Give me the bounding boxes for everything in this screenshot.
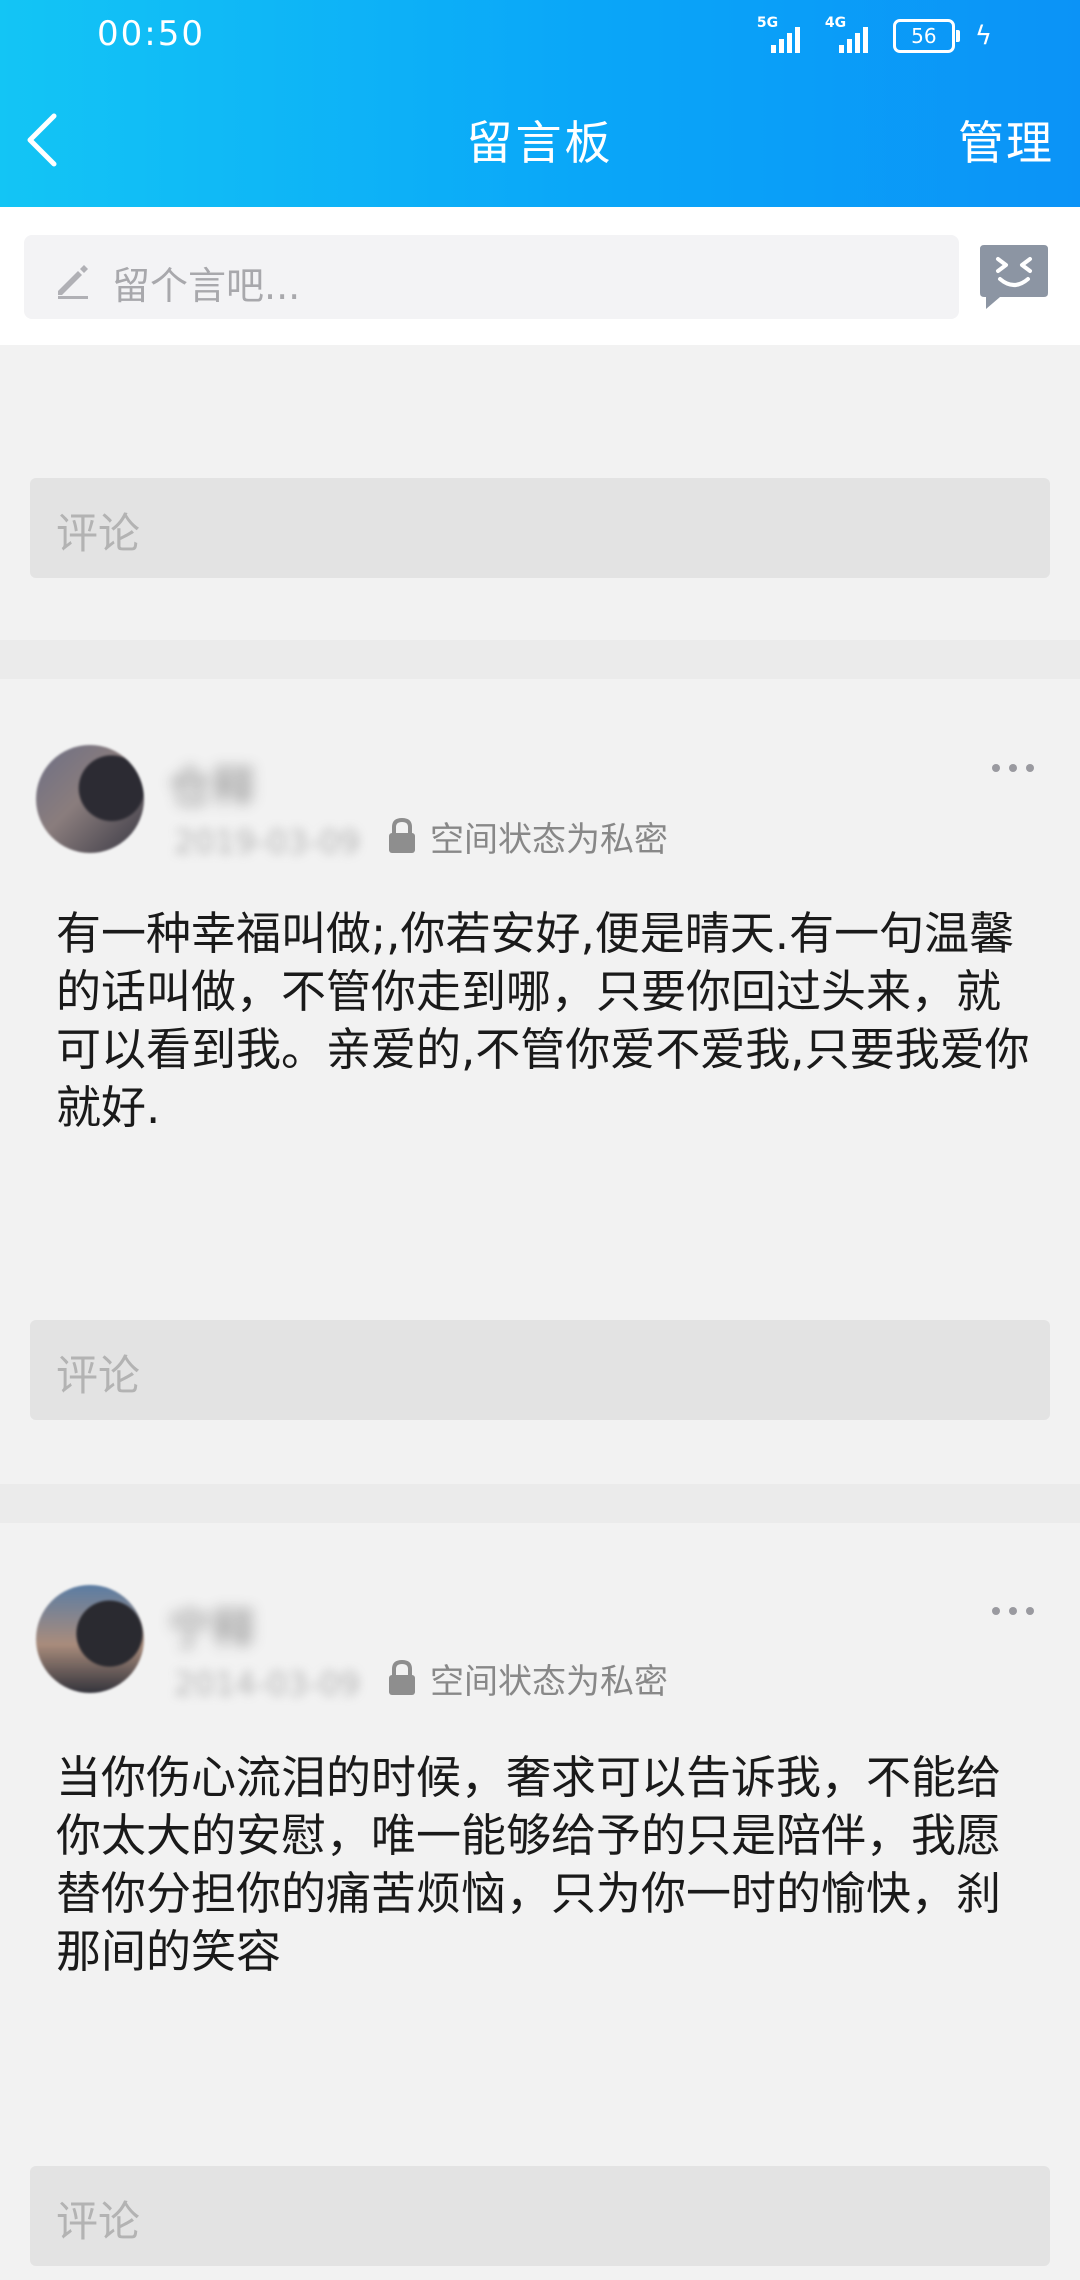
- emoji-face-icon[interactable]: [976, 241, 1052, 313]
- comment-placeholder: 评论: [56, 1351, 141, 1400]
- privacy-text: 空间状态为私密: [430, 1661, 668, 1702]
- username[interactable]: 宁释: [168, 1593, 256, 1657]
- more-horizontal-icon[interactable]: [990, 760, 1036, 776]
- username[interactable]: 仓释: [168, 751, 256, 815]
- message-card: 仓释 2019-03-09 空间状态为私密 有一种幸福叫做;,你若安好,便是晴天…: [0, 679, 1080, 1484]
- battery-icon: 56: [892, 19, 960, 53]
- more-horizontal-icon[interactable]: [990, 1603, 1036, 1619]
- comment-placeholder: 评论: [56, 2197, 141, 2246]
- privacy-status: 空间状态为私密: [384, 813, 668, 860]
- message-placeholder: 留个言吧...: [112, 264, 301, 308]
- pencil-icon: [58, 265, 88, 299]
- charging-icon: ϟ: [974, 21, 992, 51]
- comment-placeholder: 评论: [56, 509, 141, 558]
- signal-5g-icon: 5G: [757, 15, 811, 53]
- post-date: 2019-03-09: [174, 823, 360, 861]
- status-bar: 00:50 5G 4G 56 ϟ: [0, 0, 1080, 72]
- lock-icon: [389, 1659, 415, 1695]
- battery-level: 56: [911, 24, 937, 48]
- post-content: 有一种幸福叫做;,你若安好,便是晴天.有一句温馨的话叫做，不管你走到哪，只要你回…: [56, 907, 1030, 1134]
- manage-button[interactable]: 管理: [958, 107, 1054, 173]
- avatar[interactable]: [36, 1585, 144, 1693]
- privacy-status: 空间状态为私密: [384, 1655, 668, 1702]
- comment-input[interactable]: 评论: [30, 1320, 1050, 1420]
- message-input[interactable]: 留个言吧...: [24, 235, 959, 319]
- post-date: 2014-03-09: [174, 1665, 360, 1703]
- page-title: 留言板: [466, 116, 614, 170]
- comment-input[interactable]: 评论: [30, 478, 1050, 578]
- lock-icon: [389, 817, 415, 853]
- status-time: 00:50: [97, 14, 205, 54]
- privacy-text: 空间状态为私密: [430, 819, 668, 860]
- message-card-previous: 评论: [0, 345, 1080, 640]
- status-indicators: 5G 4G 56 ϟ: [757, 15, 992, 54]
- signal-4g-icon: 4G: [825, 15, 879, 53]
- compose-bar: 留个言吧...: [0, 207, 1080, 345]
- avatar[interactable]: [36, 745, 144, 853]
- comment-input[interactable]: 评论: [30, 2166, 1050, 2266]
- post-content: 当你伤心流泪的时候，奢求可以告诉我，不能给你太大的安慰，唯一能够给予的只是陪伴，…: [56, 1751, 1002, 1978]
- app-header: 00:50 5G 4G 56 ϟ 留言板 管理: [0, 0, 1080, 207]
- message-card: 宁释 2014-03-09 空间状态为私密 当你伤心流泪的时候，奢求可以告诉我，…: [0, 1523, 1080, 2280]
